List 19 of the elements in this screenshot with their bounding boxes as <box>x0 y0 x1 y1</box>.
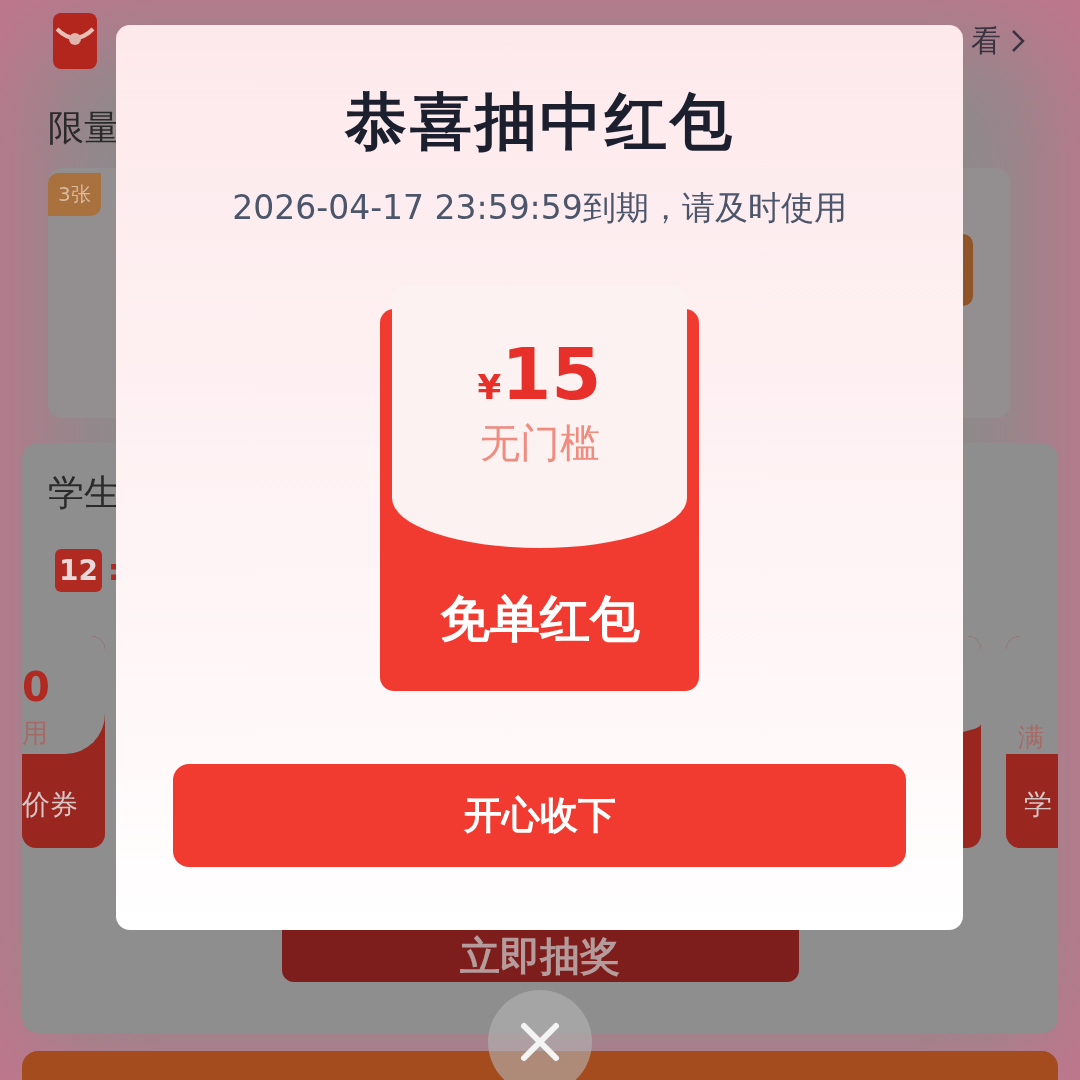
coupon-condition: 无门槛 <box>479 419 600 468</box>
countdown-hours: 12 <box>55 549 102 592</box>
coupon-name: 学 <box>1024 787 1053 823</box>
currency-symbol: ¥ <box>477 367 502 407</box>
accept-button[interactable]: 开心收下 <box>173 764 906 867</box>
coupon-amount: 0 <box>22 664 50 710</box>
coupon-name: 价券 <box>22 787 79 823</box>
section-title: 学生 <box>48 473 120 513</box>
close-icon <box>518 1020 562 1064</box>
chevron-icon <box>1011 29 1025 53</box>
more-link[interactable]: 看 <box>971 20 1025 62</box>
section-title: 限量 <box>48 108 120 148</box>
dialog-title: 恭喜抽中红包 <box>344 84 735 160</box>
count-badge: 3张 <box>48 173 101 216</box>
expiry-text: 2026-04-17 23:59:59到期，请及时使用 <box>232 187 847 229</box>
countdown-separator: : <box>107 554 120 587</box>
coupon-name: 免单红包 <box>439 589 640 650</box>
coupon-amount: 15 <box>501 334 602 414</box>
app-logo <box>53 13 97 69</box>
